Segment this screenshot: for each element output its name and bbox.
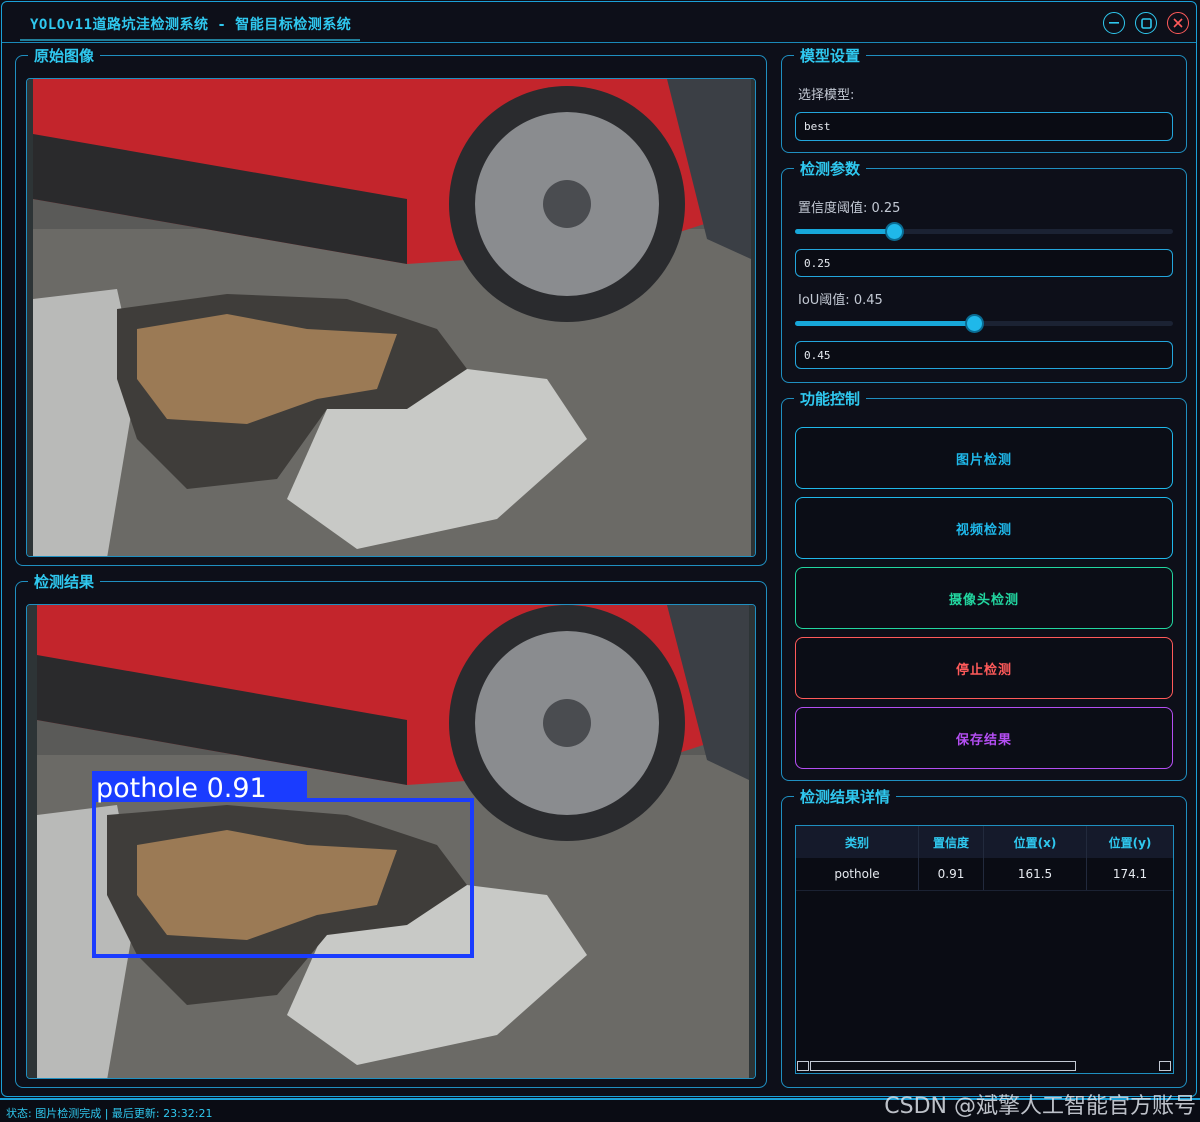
- cell-y: 174.1: [1086, 858, 1173, 891]
- function-controls-panel: 功能控制 图片检测 视频检测 摄像头检测 停止检测 保存结果: [781, 388, 1187, 781]
- detection-details-title: 检测结果详情: [794, 786, 897, 807]
- results-table-grid: 类别 置信度 位置(x) 位置(y) pothole 0.91 161.5 17…: [796, 826, 1173, 891]
- model-select-value: best: [804, 120, 831, 133]
- result-image: pothole 0.91: [26, 604, 756, 1079]
- iou-input-value: 0.45: [804, 348, 831, 362]
- maximize-icon: [1140, 17, 1152, 29]
- image-detect-button[interactable]: 图片检测: [795, 427, 1173, 489]
- maximize-button[interactable]: [1135, 12, 1157, 34]
- scroll-right-icon[interactable]: [1159, 1061, 1171, 1071]
- column-header-class[interactable]: 类别: [796, 826, 919, 858]
- close-button[interactable]: [1167, 12, 1189, 34]
- horizontal-scrollbar[interactable]: [796, 1059, 1173, 1073]
- iou-slider-handle[interactable]: [967, 316, 982, 331]
- detection-label: pothole 0.91: [96, 773, 267, 804]
- model-select-label: 选择模型:: [798, 88, 855, 103]
- close-icon: [1173, 18, 1183, 28]
- iou-slider-fill: [795, 321, 974, 326]
- confidence-slider-fill: [795, 229, 894, 234]
- detection-details-panel: 检测结果详情 类别 置信度 位置(x) 位置(y) pothole 0.91 1…: [781, 786, 1187, 1088]
- detection-params-title: 检测参数: [794, 158, 867, 179]
- results-table[interactable]: 类别 置信度 位置(x) 位置(y) pothole 0.91 161.5 17…: [795, 825, 1174, 1074]
- watermark-text: CSDN @斌擎人工智能官方账号: [884, 1094, 1196, 1119]
- original-image-graphic: [27, 79, 755, 556]
- title-bar[interactable]: YOLOv11道路坑洼检测系统 - 智能目标检测系统: [2, 2, 1196, 43]
- confidence-input-value: 0.25: [804, 256, 831, 270]
- result-image-title: 检测结果: [28, 571, 101, 592]
- column-header-y[interactable]: 位置(y): [1086, 826, 1173, 858]
- model-select[interactable]: best: [795, 112, 1173, 141]
- status-text: 状态: 图片检测完成 | 最后更新: 23:32:21: [6, 1107, 213, 1120]
- table-row[interactable]: pothole 0.91 161.5 174.1: [796, 858, 1173, 891]
- video-detect-button[interactable]: 视频检测: [795, 497, 1173, 559]
- cell-x: 161.5: [983, 858, 1087, 891]
- original-image: [26, 78, 756, 557]
- column-header-confidence[interactable]: 置信度: [918, 826, 984, 858]
- scroll-left-icon[interactable]: [797, 1061, 809, 1071]
- model-settings-panel: 模型设置 选择模型: best: [781, 45, 1187, 153]
- column-header-x[interactable]: 位置(x): [983, 826, 1087, 858]
- window-title: YOLOv11道路坑洼检测系统 - 智能目标检测系统: [30, 17, 352, 33]
- results-table-header: 类别 置信度 位置(x) 位置(y): [796, 826, 1173, 858]
- confidence-slider-handle[interactable]: [887, 224, 902, 239]
- cell-confidence: 0.91: [918, 858, 984, 891]
- app-window: YOLOv11道路坑洼检测系统 - 智能目标检测系统 原始图像 检测结果 pot…: [1, 1, 1197, 1097]
- result-image-graphic: pothole 0.91: [27, 605, 755, 1078]
- confidence-slider[interactable]: [795, 224, 1173, 239]
- minimize-icon: [1109, 22, 1119, 24]
- cell-class: pothole: [796, 858, 919, 891]
- function-controls-title: 功能控制: [794, 388, 867, 409]
- save-result-button[interactable]: 保存结果: [795, 707, 1173, 769]
- original-image-title: 原始图像: [28, 45, 101, 66]
- result-image-panel: 检测结果 pothole 0.91: [15, 571, 767, 1088]
- confidence-input[interactable]: 0.25: [795, 249, 1173, 277]
- original-image-panel: 原始图像: [15, 45, 767, 566]
- iou-slider[interactable]: [795, 316, 1173, 331]
- iou-input[interactable]: 0.45: [795, 341, 1173, 369]
- confidence-label: 置信度阈值: 0.25: [798, 201, 901, 216]
- scrollbar-thumb[interactable]: [810, 1061, 1076, 1071]
- stop-detect-button[interactable]: 停止检测: [795, 637, 1173, 699]
- minimize-button[interactable]: [1103, 12, 1125, 34]
- detection-params-panel: 检测参数 置信度阈值: 0.25 0.25 IoU阈值: 0.45 0.45: [781, 158, 1187, 383]
- iou-label: IoU阈值: 0.45: [798, 293, 883, 308]
- title-underline: [20, 39, 360, 41]
- camera-detect-button[interactable]: 摄像头检测: [795, 567, 1173, 629]
- model-settings-title: 模型设置: [794, 45, 867, 66]
